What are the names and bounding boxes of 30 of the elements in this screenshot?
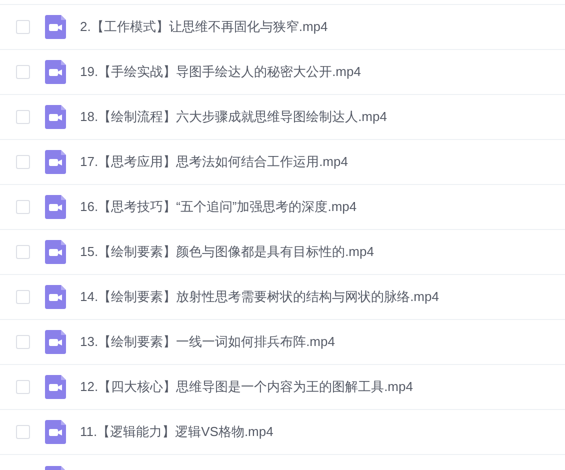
checkbox[interactable] <box>16 245 30 259</box>
file-name[interactable]: 13.【绘制要素】一线一词如何排兵布阵.mp4 <box>80 332 335 352</box>
video-file-icon <box>45 285 66 309</box>
file-name[interactable]: 17.【思考应用】思考法如何结合工作运用.mp4 <box>80 152 348 172</box>
checkbox[interactable] <box>16 380 30 394</box>
file-name[interactable]: 14.【绘制要素】放射性思考需要树状的结构与网状的脉络.mp4 <box>80 287 439 307</box>
checkbox[interactable] <box>16 335 30 349</box>
file-name[interactable]: 15.【绘制要素】颜色与图像都是具有目标性的.mp4 <box>80 242 374 262</box>
video-file-icon <box>45 420 66 444</box>
file-name[interactable]: 11.【逻辑能力】逻辑VS格物.mp4 <box>80 422 274 442</box>
video-file-icon <box>45 330 66 354</box>
video-file-icon <box>45 150 66 174</box>
checkbox[interactable] <box>16 110 30 124</box>
checkbox[interactable] <box>16 290 30 304</box>
video-file-icon <box>45 195 66 219</box>
file-name[interactable]: 18.【绘制流程】六大步骤成就思维导图绘制达人.mp4 <box>80 107 387 127</box>
checkbox[interactable] <box>16 20 30 34</box>
file-name[interactable]: 16.【思考技巧】“五个追问”加强思考的深度.mp4 <box>80 197 357 217</box>
video-file-icon <box>45 240 66 264</box>
checkbox[interactable] <box>16 65 30 79</box>
checkbox[interactable] <box>16 200 30 214</box>
checkbox[interactable] <box>16 155 30 169</box>
file-name[interactable]: 19.【手绘实战】导图手绘达人的秘密大公开.mp4 <box>80 62 361 82</box>
file-name[interactable]: 12.【四大核心】思维导图是一个内容为王的图解工具.mp4 <box>80 377 413 397</box>
video-file-icon <box>45 60 66 84</box>
video-file-icon <box>45 15 66 39</box>
checkbox[interactable] <box>16 425 30 439</box>
video-file-icon <box>45 375 66 399</box>
file-name[interactable]: 2.【工作模式】让思维不再固化与狭窄.mp4 <box>80 17 328 37</box>
video-file-icon <box>45 105 66 129</box>
